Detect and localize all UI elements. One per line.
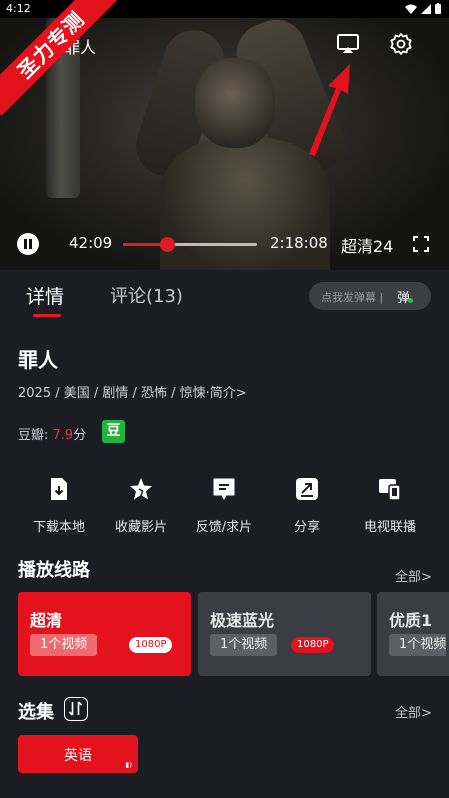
tab-indicator <box>33 314 61 317</box>
routes-all-link[interactable]: 全部> <box>395 566 432 585</box>
movie-meta-intro-link[interactable]: 2025 / 美国 / 剧情 / 恐怖 / 惊悚·简介> <box>18 382 247 401</box>
episode-item[interactable]: 英语 ▮) <box>18 735 138 773</box>
download-label: 下载本地 <box>32 520 85 535</box>
route-name: 超清 <box>30 611 63 630</box>
feedback-icon <box>213 478 235 500</box>
danmaku-on-dot <box>408 298 413 303</box>
route-count: 1个视频 <box>30 634 98 656</box>
screen-cast-icon[interactable] <box>336 32 360 56</box>
feedback-label: 反馈/求片 <box>195 520 253 535</box>
share-icon <box>296 478 318 500</box>
battery-icon <box>435 3 441 14</box>
routes-section-title: 播放线路 <box>18 560 90 581</box>
danmaku-input[interactable]: 点我发弹幕 | 弹 <box>309 282 431 310</box>
feedback-button[interactable]: 反馈/求片 <box>184 476 264 535</box>
seek-bar[interactable] <box>123 237 257 252</box>
route-card-youzhi1[interactable]: 优质1 1个视频 <box>377 592 449 676</box>
douban-score: 7.9 <box>52 428 74 443</box>
episode-label: 英语 <box>64 748 92 764</box>
episodes-section-title: 选集 <box>18 702 54 723</box>
video-frame-figure-head <box>195 58 275 148</box>
watermark-text: 圣力专测 <box>0 0 120 116</box>
route-card-chaoqing[interactable]: 超清 1个视频 1080P <box>18 592 191 676</box>
download-button[interactable]: 下载本地 <box>19 476 99 535</box>
route-name: 优质1 <box>389 611 433 630</box>
watermark-ribbon: 圣力专测 <box>0 0 120 120</box>
movie-title: 罪人 <box>18 348 58 372</box>
danmaku-placeholder: 点我发弹幕 | <box>321 291 384 304</box>
tv-cast-label: 电视联播 <box>363 520 416 535</box>
douban-unit: 分 <box>73 428 87 443</box>
current-time: 42:09 <box>69 234 113 252</box>
douban-label: 豆瓣: <box>18 428 49 443</box>
wifi-icon <box>405 4 417 14</box>
download-icon <box>51 478 67 500</box>
quality-button[interactable]: 超清24 <box>341 233 393 257</box>
sort-order-button[interactable] <box>64 697 88 721</box>
route-badge: 1080P <box>129 637 173 653</box>
star-icon <box>130 478 152 500</box>
signal-icon <box>421 3 431 14</box>
duration-time: 2:18:08 <box>270 234 328 252</box>
tv-cast-icon <box>379 479 401 501</box>
favorite-label: 收藏影片 <box>114 520 167 535</box>
seek-bar-thumb[interactable] <box>160 237 176 252</box>
tab-comments[interactable]: 评论(13) <box>110 282 183 308</box>
route-count: 1个视频 <box>389 634 447 656</box>
status-icons <box>405 3 441 14</box>
tab-details[interactable]: 详情 <box>26 282 64 309</box>
player-controls: 42:09 2:18:08 超清24 <box>0 228 449 258</box>
danmaku-toggle-icon[interactable]: 弹 <box>397 287 410 306</box>
pause-button[interactable] <box>17 233 39 255</box>
share-label: 分享 <box>293 520 320 535</box>
playing-indicator-icon: ▮) <box>125 761 132 769</box>
tv-cast-button[interactable]: 电视联播 <box>350 476 430 535</box>
sort-icon <box>68 701 83 716</box>
route-count: 1个视频 <box>210 634 278 656</box>
douban-rating: 豆瓣: 7.9分 <box>18 424 86 443</box>
route-card-jisu-languang[interactable]: 极速蓝光 1个视频 1080P <box>198 592 371 676</box>
favorite-button[interactable]: 收藏影片 <box>101 476 181 535</box>
fullscreen-icon[interactable] <box>413 236 429 252</box>
douban-logo-icon[interactable]: 豆 <box>102 420 125 443</box>
episodes-all-link[interactable]: 全部> <box>395 702 432 721</box>
gear-icon[interactable] <box>389 32 413 56</box>
share-button[interactable]: 分享 <box>267 476 347 535</box>
route-badge: 1080P <box>291 637 335 653</box>
route-name: 极速蓝光 <box>210 611 275 630</box>
annotation-arrow-icon <box>309 64 350 156</box>
